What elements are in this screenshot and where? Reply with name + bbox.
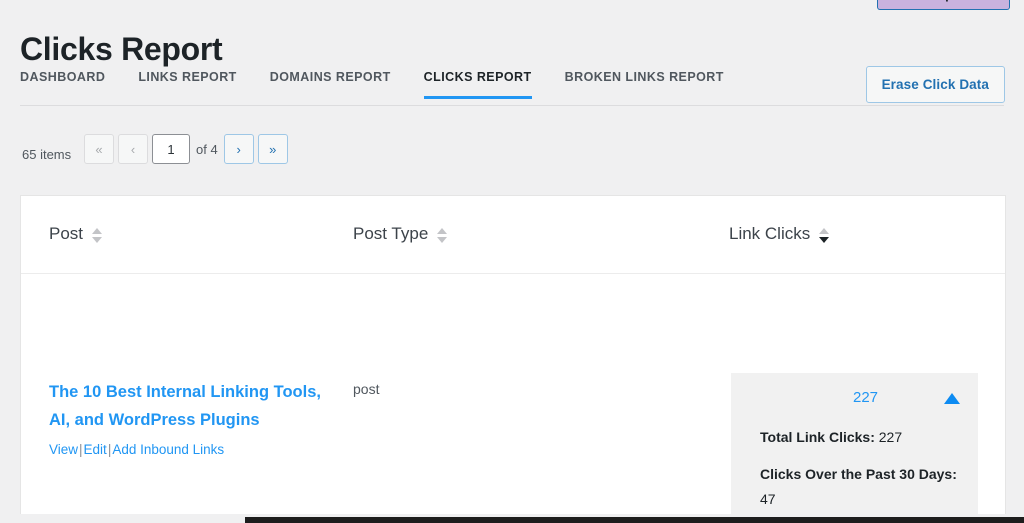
- row-action-edit[interactable]: Edit: [84, 442, 107, 457]
- post-type-cell: post: [353, 381, 380, 397]
- pagination: « ‹ of 4 › »: [84, 134, 292, 164]
- row-action-add-inbound-links[interactable]: Add Inbound Links: [112, 442, 224, 457]
- clicks-past-30-days-label: Clicks Over the Past 30 Days:: [760, 466, 957, 482]
- clicks-past-30-days-value: 47: [760, 491, 776, 507]
- column-header-post[interactable]: Post: [49, 224, 103, 244]
- tab-domains-report[interactable]: DOMAINS REPORT: [270, 70, 391, 99]
- collapse-panel-icon[interactable]: [944, 393, 960, 404]
- tab-clicks-report[interactable]: CLICKS REPORT: [423, 70, 532, 99]
- sort-arrows-icon[interactable]: [819, 226, 830, 243]
- total-link-clicks-stat: Total Link Clicks: 227: [760, 425, 963, 450]
- link-clicks-count[interactable]: 227: [853, 389, 878, 406]
- column-header-post-type-label: Post Type: [353, 224, 429, 243]
- pagination-first-button[interactable]: «: [84, 134, 114, 164]
- table-row: The 10 Best Internal Linking Tools, AI, …: [21, 274, 1005, 517]
- row-action-view[interactable]: View: [49, 442, 78, 457]
- clicks-report-table: Post Post Type Link Clicks The 10 Best I…: [20, 195, 1006, 517]
- post-title-link[interactable]: The 10 Best Internal Linking Tools, AI, …: [49, 378, 329, 434]
- sort-ascending-icon: [92, 227, 103, 234]
- pagination-total-pages-label: of 4: [196, 141, 218, 157]
- link-clicks-header: 227: [760, 383, 963, 413]
- sort-descending-icon: [92, 236, 103, 243]
- sort-descending-icon: [437, 236, 448, 243]
- page-title: Clicks Report: [20, 31, 223, 68]
- column-header-post-label: Post: [49, 224, 84, 243]
- clicks-report-page: Screen Options ▼ Clicks Report DASHBOARD…: [0, 0, 1024, 523]
- pagination-prev-button[interactable]: ‹: [118, 134, 148, 164]
- horizontal-scrollbar-thumb[interactable]: [245, 517, 1024, 523]
- items-count-label: 65 items: [22, 147, 72, 162]
- sort-arrows-icon[interactable]: [437, 226, 448, 243]
- row-actions: View|Edit|Add Inbound Links: [49, 441, 329, 459]
- sort-ascending-icon: [819, 227, 830, 234]
- pagination-next-button[interactable]: ›: [223, 134, 254, 164]
- post-cell: The 10 Best Internal Linking Tools, AI, …: [49, 378, 329, 459]
- pagination-last-button[interactable]: »: [257, 134, 288, 164]
- table-toolbar: 65 items « ‹ of 4 › » All Post Types ▼ F…: [0, 126, 1024, 299]
- column-header-link-clicks-label: Link Clicks: [729, 224, 811, 243]
- tab-dashboard[interactable]: DASHBOARD: [20, 70, 105, 99]
- horizontal-scrollbar-track[interactable]: [0, 514, 1024, 523]
- sort-ascending-icon: [437, 227, 448, 234]
- report-tabs: DASHBOARD LINKS REPORT DOMAINS REPORT CL…: [20, 70, 1004, 106]
- tab-links-report[interactable]: LINKS REPORT: [138, 70, 236, 99]
- clicks-past-30-days-stat: Clicks Over the Past 30 Days: 47: [760, 462, 963, 512]
- screen-options-button[interactable]: Screen Options ▼: [877, 0, 1010, 10]
- column-header-link-clicks[interactable]: Link Clicks: [729, 224, 830, 244]
- link-clicks-panel: 227 Total Link Clicks: 227 Clicks Over t…: [731, 373, 978, 517]
- total-link-clicks-label: Total Link Clicks:: [760, 429, 875, 445]
- sort-descending-icon: [819, 236, 830, 243]
- pagination-current-page-input[interactable]: [152, 134, 190, 164]
- total-link-clicks-value: 227: [878, 429, 903, 445]
- sort-arrows-icon[interactable]: [92, 226, 103, 243]
- erase-click-data-button[interactable]: Erase Click Data: [865, 66, 1005, 103]
- tab-broken-links-report[interactable]: BROKEN LINKS REPORT: [565, 70, 724, 99]
- column-header-post-type[interactable]: Post Type: [353, 224, 448, 244]
- table-header-row: Post Post Type Link Clicks: [21, 196, 1005, 274]
- screen-options-label: Screen Options: [887, 0, 984, 2]
